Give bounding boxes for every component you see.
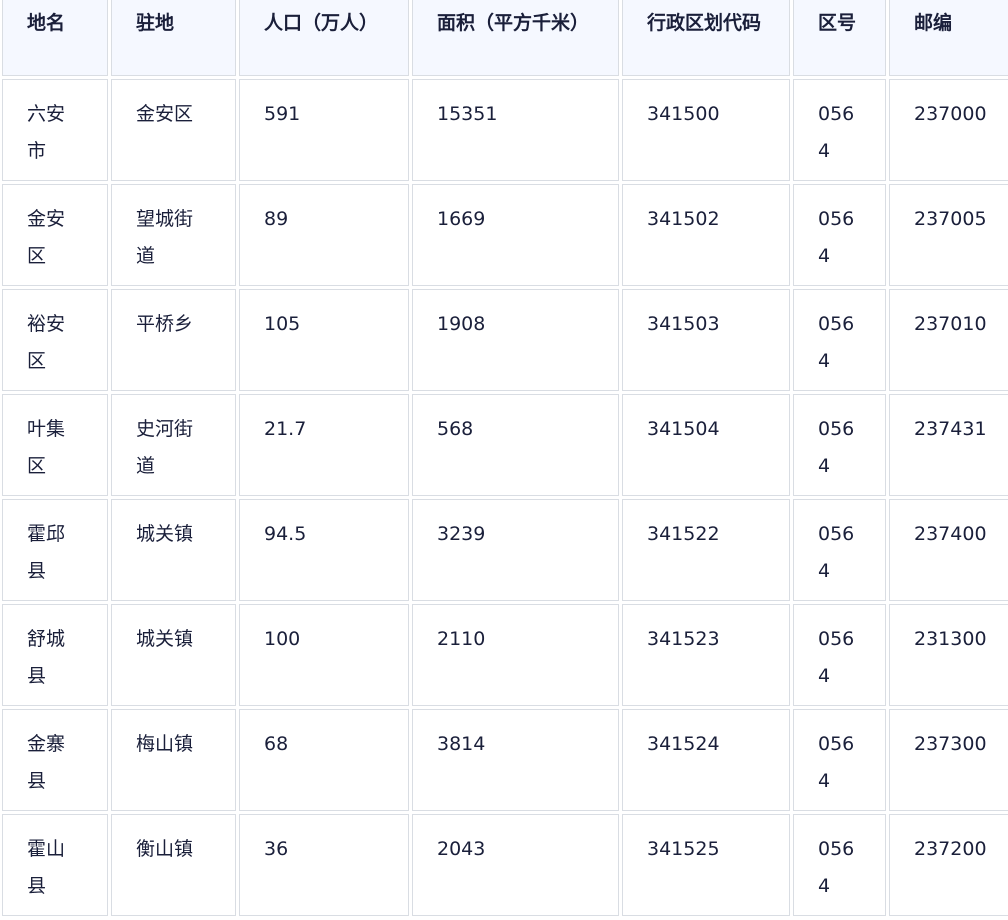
cell-seat: 衡山镇 xyxy=(111,814,236,916)
header-seat: 驻地 xyxy=(111,0,236,76)
cell-division-code: 341503 xyxy=(622,289,790,391)
cell-area-code: 0564 xyxy=(793,79,886,181)
cell-population: 68 xyxy=(239,709,409,811)
table-body: 六安市 金安区 591 15351 341500 0564 237000 金安区… xyxy=(2,79,1008,916)
header-population: 人口（万人） xyxy=(239,0,409,76)
cell-place-name: 霍山县 xyxy=(2,814,108,916)
cell-seat: 梅山镇 xyxy=(111,709,236,811)
cell-area: 2110 xyxy=(412,604,619,706)
cell-area-code: 0564 xyxy=(793,604,886,706)
cell-seat: 城关镇 xyxy=(111,499,236,601)
table-row: 霍山县 衡山镇 36 2043 341525 0564 237200 xyxy=(2,814,1008,916)
cell-area-code: 0564 xyxy=(793,709,886,811)
cell-postal-code: 237200 xyxy=(889,814,1008,916)
cell-population: 591 xyxy=(239,79,409,181)
cell-place-name: 舒城县 xyxy=(2,604,108,706)
cell-area: 15351 xyxy=(412,79,619,181)
cell-postal-code: 237431 xyxy=(889,394,1008,496)
cell-population: 94.5 xyxy=(239,499,409,601)
table-row: 六安市 金安区 591 15351 341500 0564 237000 xyxy=(2,79,1008,181)
cell-postal-code: 237000 xyxy=(889,79,1008,181)
cell-area-code: 0564 xyxy=(793,814,886,916)
cell-area: 1908 xyxy=(412,289,619,391)
header-area: 面积（平方千米） xyxy=(412,0,619,76)
cell-population: 100 xyxy=(239,604,409,706)
cell-area: 3814 xyxy=(412,709,619,811)
table-row: 金安区 望城街道 89 1669 341502 0564 237005 xyxy=(2,184,1008,286)
region-table: 地名 驻地 人口（万人） 面积（平方千米） 行政区划代码 区号 邮编 六安市 金… xyxy=(0,0,1008,919)
cell-division-code: 341524 xyxy=(622,709,790,811)
cell-population: 21.7 xyxy=(239,394,409,496)
header-postal-code: 邮编 xyxy=(889,0,1008,76)
cell-area: 1669 xyxy=(412,184,619,286)
header-row: 地名 驻地 人口（万人） 面积（平方千米） 行政区划代码 区号 邮编 xyxy=(2,0,1008,76)
table-row: 裕安区 平桥乡 105 1908 341503 0564 237010 xyxy=(2,289,1008,391)
cell-place-name: 叶集区 xyxy=(2,394,108,496)
cell-postal-code: 237400 xyxy=(889,499,1008,601)
cell-area: 568 xyxy=(412,394,619,496)
cell-place-name: 裕安区 xyxy=(2,289,108,391)
table-container: 地名 驻地 人口（万人） 面积（平方千米） 行政区划代码 区号 邮编 六安市 金… xyxy=(0,0,1008,919)
cell-area: 3239 xyxy=(412,499,619,601)
cell-seat: 城关镇 xyxy=(111,604,236,706)
cell-place-name: 六安市 xyxy=(2,79,108,181)
cell-seat: 史河街道 xyxy=(111,394,236,496)
cell-postal-code: 231300 xyxy=(889,604,1008,706)
cell-place-name: 霍邱县 xyxy=(2,499,108,601)
cell-division-code: 341525 xyxy=(622,814,790,916)
table-row: 舒城县 城关镇 100 2110 341523 0564 231300 xyxy=(2,604,1008,706)
header-place-name: 地名 xyxy=(2,0,108,76)
table-row: 叶集区 史河街道 21.7 568 341504 0564 237431 xyxy=(2,394,1008,496)
cell-population: 89 xyxy=(239,184,409,286)
cell-seat: 平桥乡 xyxy=(111,289,236,391)
cell-area-code: 0564 xyxy=(793,184,886,286)
cell-area-code: 0564 xyxy=(793,289,886,391)
cell-division-code: 341504 xyxy=(622,394,790,496)
cell-place-name: 金寨县 xyxy=(2,709,108,811)
cell-area: 2043 xyxy=(412,814,619,916)
cell-postal-code: 237300 xyxy=(889,709,1008,811)
cell-population: 36 xyxy=(239,814,409,916)
cell-postal-code: 237005 xyxy=(889,184,1008,286)
cell-division-code: 341523 xyxy=(622,604,790,706)
cell-area-code: 0564 xyxy=(793,499,886,601)
table-row: 霍邱县 城关镇 94.5 3239 341522 0564 237400 xyxy=(2,499,1008,601)
cell-seat: 望城街道 xyxy=(111,184,236,286)
cell-area-code: 0564 xyxy=(793,394,886,496)
cell-postal-code: 237010 xyxy=(889,289,1008,391)
cell-division-code: 341500 xyxy=(622,79,790,181)
header-division-code: 行政区划代码 xyxy=(622,0,790,76)
cell-division-code: 341502 xyxy=(622,184,790,286)
cell-place-name: 金安区 xyxy=(2,184,108,286)
table-row: 金寨县 梅山镇 68 3814 341524 0564 237300 xyxy=(2,709,1008,811)
header-area-code: 区号 xyxy=(793,0,886,76)
table-header: 地名 驻地 人口（万人） 面积（平方千米） 行政区划代码 区号 邮编 xyxy=(2,0,1008,76)
cell-division-code: 341522 xyxy=(622,499,790,601)
cell-population: 105 xyxy=(239,289,409,391)
cell-seat: 金安区 xyxy=(111,79,236,181)
